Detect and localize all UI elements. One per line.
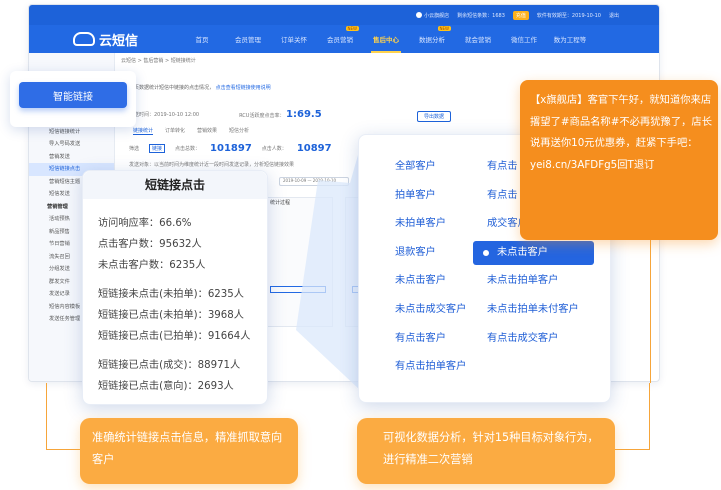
- stats-row: 短链接已点击(未拍单)：3968人: [98, 310, 244, 321]
- nav-item-3[interactable]: 会员营销 NEW: [317, 26, 363, 44]
- hint-text: 发送对象：以当前时间为维度统计近一段时间发送记录，分析短信链接效果: [129, 162, 295, 168]
- target-option-selected[interactable]: 未点击客户: [473, 241, 594, 265]
- sidebar-item-3[interactable]: 营销发送: [29, 151, 114, 164]
- target-option[interactable]: 未点击成交客户: [395, 300, 466, 315]
- callout-right: 可视化数据分析，针对15种目标对象行为，进行精准二次营销: [357, 418, 615, 484]
- target-option[interactable]: 有点击成交客户: [487, 329, 558, 344]
- sms-balance: 剩余短信条数：1683: [457, 12, 505, 19]
- stats-row: 短链接已点击(成交)：88971人: [98, 360, 241, 371]
- click-rate-label: RCU活跃度点击率：: [239, 113, 285, 119]
- filter-label: 筛选: [129, 146, 140, 152]
- user-name: 小云旗舰店: [424, 12, 450, 19]
- nav-item-1[interactable]: 会员管理: [225, 34, 271, 44]
- nav-item-label: 就会营销: [465, 36, 491, 44]
- license-expiry: 软件有效期至：2019-10-10: [536, 12, 601, 19]
- stat-panel-button[interactable]: [270, 286, 326, 293]
- sms-preview-bubble: 【x旗舰店】客官下午好，就知道你来店撂望了#商品名称#不必再犹豫了，店长说再送你…: [520, 80, 718, 240]
- stats-row: 点击客户数：95632人: [98, 239, 202, 250]
- people-value: 10897: [296, 143, 332, 154]
- clicks-label: 点击总数：: [175, 146, 201, 152]
- nav-menu: 首页 会员管理 订单关怀 会员营销 NEW 售后中心 数据分析 NEW 就会营销 微信工作 数为工程…: [179, 26, 593, 53]
- recharge-button[interactable]: 充值: [512, 10, 529, 20]
- notice-bar: 本页数据统计短信中链接的点击情况， 点击查看短链接使用说明: [129, 84, 271, 91]
- stats-row: 未点击客户数：6235人: [98, 260, 206, 271]
- app-logo[interactable]: 云短信: [29, 30, 179, 49]
- stats-row: 短链接未点击(未拍单)：6235人: [98, 289, 244, 300]
- target-option[interactable]: 未拍单客户: [395, 214, 446, 229]
- stats-list: 访问响应率：66.6% 点击客户数：95632人 未点击客户数：6235人短链接未点…: [83, 199, 267, 397]
- target-option[interactable]: 有点击拍单客户: [395, 357, 466, 372]
- cloud-logo-icon: [73, 32, 95, 46]
- date-range-text: 2019-10-09 — 2019-10-10: [283, 178, 337, 183]
- nav-item-5[interactable]: 数据分析 NEW: [409, 26, 455, 44]
- logo-text: 云短信: [99, 33, 139, 49]
- user-menu[interactable]: 小云旗舰店: [416, 12, 449, 19]
- stats-row: 访问响应率：66.6%: [98, 218, 192, 229]
- sidebar-item-2[interactable]: 导入号码发送: [29, 138, 114, 151]
- people-label: 点击人数：: [261, 146, 287, 152]
- nav-item-label: 微信工作: [511, 36, 537, 44]
- click-rate-value: 1:69.5: [286, 109, 322, 120]
- notice-text: 本页数据统计短信中链接的点击情况，: [129, 85, 215, 91]
- clicks-value: 101897: [210, 143, 252, 154]
- callout-left: 准确统计链接点击信息，精准抓取意向客户: [80, 418, 298, 484]
- stat-panel-title: 统计过程: [270, 200, 291, 206]
- target-option[interactable]: 未点击客户: [395, 271, 446, 286]
- content-tab-2[interactable]: 营销效果: [197, 127, 217, 135]
- new-badge: NEW: [437, 26, 451, 31]
- nav-item-4[interactable]: 售后中心: [363, 34, 409, 53]
- notice-help-link[interactable]: 点击查看短链接使用说明: [216, 85, 271, 91]
- content-tab-3[interactable]: 短信分析: [229, 127, 249, 135]
- top-status-bar: 小云旗舰店 剩余短信条数：1683 充值 软件有效期至：2019-10-10 退…: [29, 5, 659, 25]
- stats-card-title: 短链接点击: [83, 171, 267, 199]
- main-navbar: 云短信 首页 会员管理 订单关怀 会员营销 NEW 售后中心 数据分析 NEW 就会营销 微信工作…: [29, 25, 659, 53]
- connector-right: [615, 383, 650, 450]
- sidebar-item-1[interactable]: 短信链接统计: [29, 126, 114, 139]
- target-option[interactable]: 拍单客户: [395, 186, 436, 201]
- nav-item-0[interactable]: 首页: [179, 34, 225, 44]
- target-option[interactable]: 有点击客户: [395, 329, 446, 344]
- avatar-icon: [416, 12, 423, 18]
- date-range-picker[interactable]: 2019-10-09 — 2019-10-10: [279, 177, 349, 186]
- nav-item-label: 数据分析: [419, 36, 445, 44]
- connector-left: [46, 383, 80, 450]
- target-option[interactable]: 未点击拍单客户: [487, 271, 558, 286]
- stats-row: 短链接已点击(意向)：2693人: [98, 381, 234, 392]
- smart-link-button[interactable]: 智能链接: [19, 82, 127, 108]
- new-badge: NEW: [345, 26, 359, 31]
- connector-right-top: [650, 240, 651, 383]
- content-tab-0[interactable]: 链接统计: [133, 127, 154, 135]
- content-tab-1[interactable]: 订单转化: [165, 127, 185, 135]
- click-rate: RCU活跃度点击率： 1:69.5: [239, 109, 322, 120]
- nav-item-label: 会员营销: [327, 36, 353, 44]
- nav-item-6[interactable]: 就会营销: [455, 34, 501, 44]
- nav-item-label: 首页: [195, 36, 209, 44]
- smart-link-card: 智能链接: [10, 71, 136, 127]
- target-option[interactable]: 退款客户: [395, 243, 436, 258]
- nav-item-label: 数为工程等: [553, 36, 587, 44]
- logout-link[interactable]: 退出: [609, 12, 619, 19]
- target-option[interactable]: 全部客户: [395, 157, 436, 172]
- nav-item-8[interactable]: 数为工程等: [547, 34, 593, 44]
- nav-item-2[interactable]: 订单关怀: [271, 34, 317, 44]
- metrics-row: 筛选 链接 点击总数： 101897 点击人数： 10897: [129, 143, 332, 154]
- breadcrumb: 云短信 > 售后营销 > 短链接统计: [121, 58, 196, 64]
- nav-item-label: 售后中心: [373, 36, 399, 44]
- stats-row: 短链接已点击(已拍单)：91664人: [98, 331, 251, 342]
- target-option[interactable]: 未点击拍单未付客户: [487, 300, 579, 315]
- send-time: 发送时间：2019-10-10 12:00: [129, 112, 200, 118]
- short-link-stats-card: 短链接点击 访问响应率：66.6% 点击客户数：95632人 未点击客户数：6235…: [82, 170, 268, 405]
- filter-tag[interactable]: 链接: [149, 144, 166, 153]
- nav-item-label: 会员管理: [235, 36, 261, 44]
- summary-row: 发送时间：2019-10-10 12:00 RCU活跃度点击率： 1:69.5: [129, 109, 322, 120]
- export-button[interactable]: 导出数据: [416, 111, 451, 122]
- content-tabs: 链接统计 订单转化 营销效果 短信分析: [133, 127, 249, 135]
- nav-item-label: 订单关怀: [281, 36, 307, 44]
- target-option[interactable]: 有点击: [487, 186, 518, 201]
- target-option[interactable]: 有点击: [487, 157, 518, 172]
- stat-panel-left: 统计过程: [263, 197, 333, 327]
- nav-item-7[interactable]: 微信工作: [501, 34, 547, 44]
